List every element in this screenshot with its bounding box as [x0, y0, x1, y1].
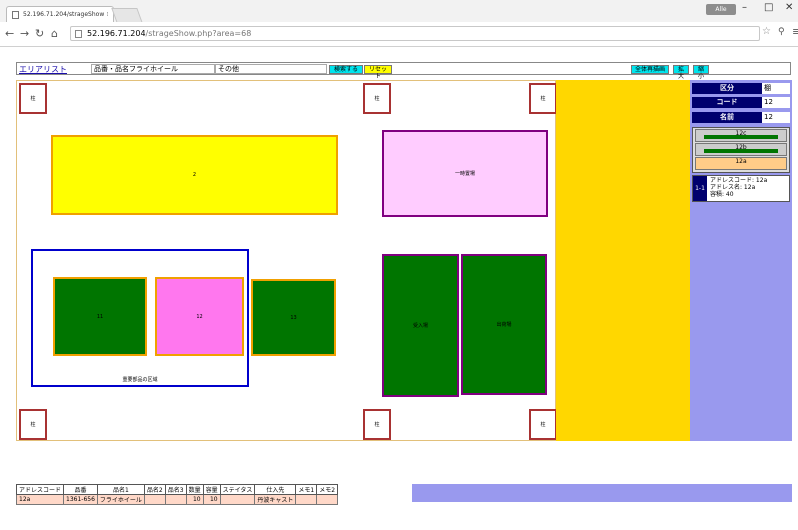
address-volume: 容積: 40 [710, 191, 734, 198]
code-label: コード [692, 97, 762, 108]
shelf-tiers: 12c 12b 12a [692, 127, 790, 173]
receiving-area[interactable]: 受入場 [382, 254, 459, 397]
column-header: メモ2 [316, 484, 339, 495]
column-header: 品名2 [143, 484, 166, 495]
area-list-link[interactable]: エリアリスト [19, 64, 67, 75]
code-row: コード 12 [692, 97, 790, 108]
column-header: 品名3 [164, 484, 187, 495]
table-cell [295, 494, 318, 505]
home-icon[interactable]: ⌂ [51, 27, 58, 40]
table-cell [316, 494, 339, 505]
table-cell: 丹波キャスト [254, 494, 297, 505]
tier-bar [704, 135, 778, 139]
tier-label: 12a [735, 158, 747, 165]
page-icon [12, 10, 19, 19]
table-cell: 10 [185, 494, 204, 505]
table-cell [164, 494, 187, 505]
column-header: 品名1 [96, 484, 145, 495]
detail-panel: 区分 棚 コード 12 名前 12 12c 12b 12a 1-1 アドレスコー… [690, 80, 792, 441]
pillar[interactable]: 柱 [529, 83, 557, 114]
close-icon[interactable]: ✕ [785, 2, 793, 13]
table-cell: フライホイール [96, 494, 145, 505]
warehouse-map: 柱 柱 柱 柱 柱 柱 2 一時置場 重要部品の区域 11 12 13 受入場 … [16, 80, 557, 441]
address-info[interactable]: 1-1 アドレスコード: 12a アドレス名: 12a 容積: 40 [692, 175, 790, 202]
yellow-divider-panel [556, 80, 690, 441]
table-filler-bar [412, 484, 792, 502]
address-name: アドレス名: 12a [710, 184, 756, 191]
shipping-area[interactable]: 出荷場 [461, 254, 547, 395]
new-tab-button[interactable] [111, 8, 143, 23]
minimize-icon[interactable]: – [742, 2, 747, 13]
browser-tabstrip: 52.196.71.204/strageShow × Alle – □ ✕ [0, 0, 798, 23]
address-index: 1-1 [693, 176, 707, 201]
reset-button[interactable]: リセット [364, 65, 392, 80]
window-user-badge[interactable]: Alle [706, 4, 736, 15]
zoom-in-button[interactable]: 拡大 [673, 65, 689, 80]
tab-title: 52.196.71.204/strageShow × [23, 11, 108, 18]
back-icon[interactable]: ← [5, 27, 14, 40]
kubun-row: 区分 棚 [692, 83, 790, 94]
table-cell: 1361-656 [63, 494, 98, 505]
inventory-table: アドレスコード 品番 品名1 品名2 品名3 数量 容量 ステイタス 仕入先 メモ1 メモ2 12a… [15, 484, 339, 505]
table-row[interactable]: 12a 1361-656 フライホイール 10 10 丹波キャスト [15, 494, 339, 505]
address-code: アドレスコード: 12a [710, 177, 768, 184]
forward-icon[interactable]: → [20, 27, 29, 40]
pillar[interactable]: 柱 [363, 83, 391, 114]
zone-label: 重要部品の区域 [122, 377, 158, 383]
column-header: 数量 [185, 484, 204, 495]
name-row: 名前 12 [692, 112, 790, 123]
url-input[interactable]: 52.196.71.204/strageShow.php?area=68 [70, 26, 760, 41]
column-header: ステイタス [219, 484, 256, 495]
temporary-storage-area[interactable]: 一時置場 [382, 130, 548, 217]
kubun-value: 棚 [762, 83, 790, 94]
table-cell: 10 [202, 494, 221, 505]
pillar[interactable]: 柱 [529, 409, 557, 440]
column-header: メモ1 [295, 484, 318, 495]
column-header: 品番 [63, 484, 98, 495]
reload-icon[interactable]: ↻ [35, 27, 44, 40]
extension-icon[interactable]: ⚲ [778, 27, 785, 37]
tier-12a[interactable]: 12a [695, 157, 787, 170]
shelf-11[interactable]: 11 [53, 277, 147, 356]
table-cell: 12a [15, 494, 65, 505]
bookmark-star-icon[interactable]: ☆ [762, 26, 771, 37]
search-toolbar: エリアリスト 品番・品名フライホイール その他 検索する リセット 全体再描画 … [16, 62, 791, 80]
item-search-field[interactable]: 品番・品名フライホイール [91, 64, 215, 74]
table-cell [143, 494, 166, 505]
maximize-icon[interactable]: □ [764, 2, 773, 13]
kubun-label: 区分 [692, 83, 762, 94]
other-search-field[interactable]: その他 [215, 64, 327, 74]
table-header-row: アドレスコード 品番 品名1 品名2 品名3 数量 容量 ステイタス 仕入先 メモ1 メモ2 [15, 484, 339, 495]
pillar[interactable]: 柱 [19, 409, 47, 440]
pillar[interactable]: 柱 [363, 409, 391, 440]
page-icon [75, 30, 82, 38]
column-header: 容量 [202, 484, 221, 495]
zoom-out-button[interactable]: 縮小 [693, 65, 709, 80]
code-value: 12 [762, 97, 790, 108]
shelf-12[interactable]: 12 [155, 277, 244, 356]
column-header: アドレスコード [15, 484, 65, 495]
column-header: 仕入先 [254, 484, 297, 495]
address-bar-row: ← → ↻ ⌂ 52.196.71.204/strageShow.php?are… [0, 22, 798, 47]
address-text: アドレスコード: 12a アドレス名: 12a 容積: 40 [710, 177, 767, 198]
search-button[interactable]: 検索する [329, 65, 363, 74]
table-cell [219, 494, 256, 505]
name-value: 12 [762, 112, 790, 123]
shelf-2[interactable]: 2 [51, 135, 338, 215]
url-path: /strageShow.php?area=68 [145, 29, 252, 38]
tier-12c[interactable]: 12c [695, 129, 787, 142]
tier-12b[interactable]: 12b [695, 143, 787, 156]
full-redraw-button[interactable]: 全体再描画 [631, 65, 669, 74]
tier-bar [704, 149, 778, 153]
pillar[interactable]: 柱 [19, 83, 47, 114]
menu-icon[interactable]: ≡ [792, 25, 798, 38]
shelf-13[interactable]: 13 [251, 279, 336, 356]
browser-tab[interactable]: 52.196.71.204/strageShow × [6, 6, 114, 22]
url-host: 52.196.71.204 [87, 29, 146, 38]
name-label: 名前 [692, 112, 762, 123]
